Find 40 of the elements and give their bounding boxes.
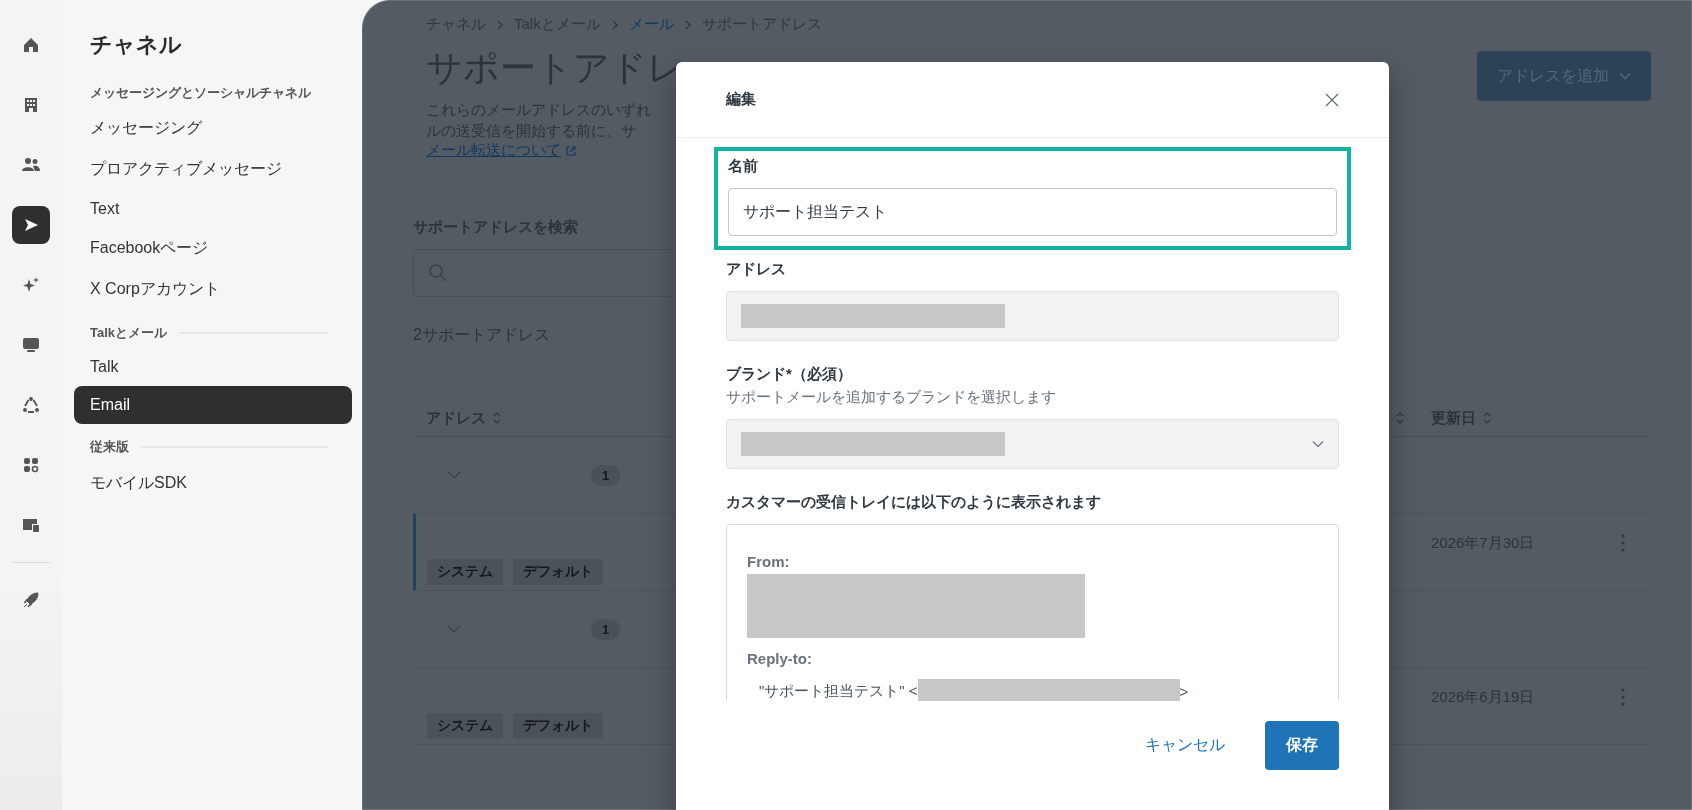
sidebar-item[interactable]: Text [74, 190, 352, 229]
sidebar-item[interactable]: メッセージング [74, 108, 352, 150]
preview-label: Reply-to: [747, 650, 813, 667]
dialog-title: 編集 [726, 90, 756, 109]
count-badge: 1 [591, 464, 621, 486]
field-hint: サポートメールを追加するブランドを選択します [726, 388, 1057, 407]
search-icon [428, 263, 448, 283]
section-heading: Talkとメール [90, 324, 168, 343]
address-field[interactable] [726, 291, 1339, 341]
section-heading: 従来版 [90, 438, 129, 457]
reply-to-end: > [1179, 682, 1189, 700]
section-heading: メッセージングとソーシャルチャネル [90, 84, 311, 102]
field-label: ブランド*（必須） [726, 365, 853, 384]
save-button[interactable]: 保存 [1265, 721, 1339, 770]
sidebar-item[interactable]: Facebookページ [74, 228, 352, 270]
sidebar-item[interactable]: Email [74, 386, 352, 425]
sidebar-title: チャネル [90, 31, 183, 59]
send-icon[interactable] [12, 206, 50, 244]
field-label: カスタマーの受信トレイには以下のように表示されます [726, 493, 1102, 512]
sidebar-item[interactable]: モバイルSDK [74, 462, 352, 504]
tag: デフォルト [513, 559, 603, 585]
field-label: アドレス [726, 260, 787, 279]
count-badge: 1 [591, 618, 621, 640]
tag: システム [427, 713, 503, 739]
caret-icon [1619, 72, 1631, 80]
tag: システム [427, 559, 503, 585]
field-label: 名前 [728, 157, 759, 176]
name-input[interactable]: サポート担当テスト [728, 188, 1337, 236]
chevron-down-icon [1312, 440, 1324, 448]
reply-to-name: "サポート担当テスト" < [759, 681, 918, 701]
sidebar-item[interactable]: X Corpアカウント [74, 269, 352, 311]
tag: デフォルト [513, 713, 603, 739]
external-link-icon [565, 144, 577, 157]
cancel-button[interactable]: キャンセル [1139, 723, 1231, 768]
sidebar-item[interactable]: プロアクティブメッセージ [74, 149, 352, 191]
chevron-right-icon [496, 19, 504, 30]
sidebar-item[interactable]: Talk [74, 348, 352, 387]
chevron-right-icon [683, 19, 692, 30]
chevron-right-icon [610, 19, 619, 30]
preview-label: From: [747, 553, 791, 570]
